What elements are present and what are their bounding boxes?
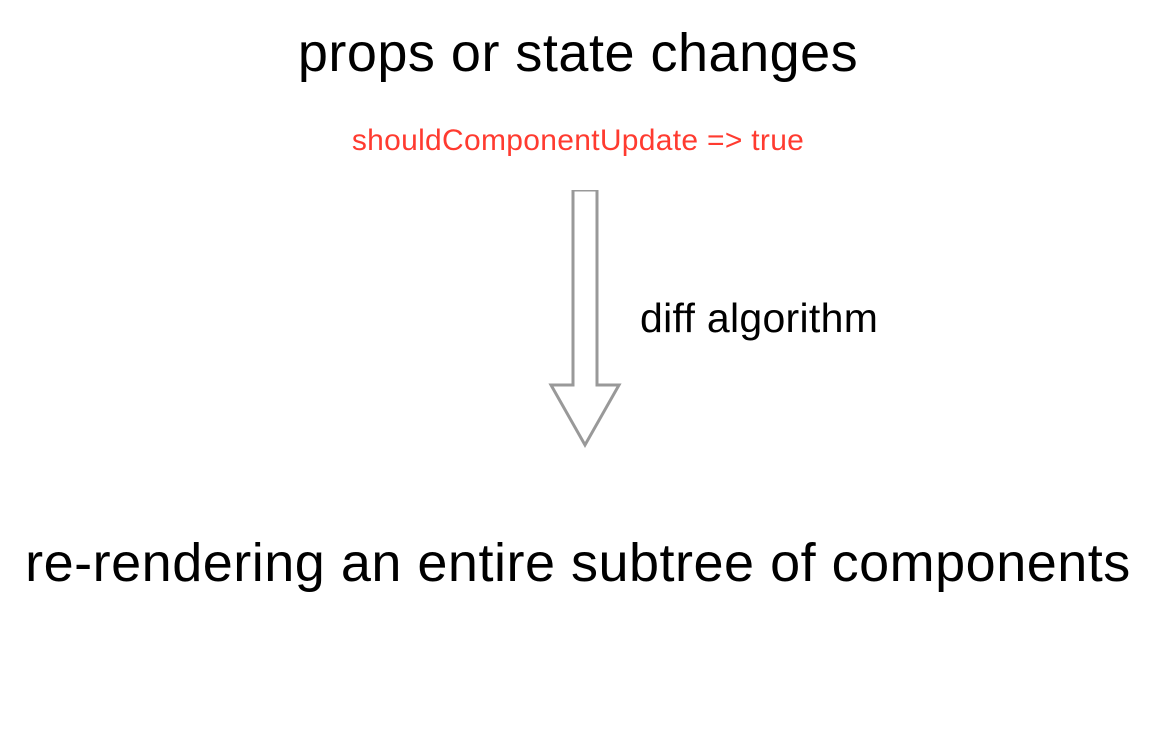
down-arrow-icon [545,190,625,450]
arrow-label: diff algorithm [640,295,878,342]
top-node-text: props or state changes [0,22,1156,84]
condition-text: shouldComponentUpdate => true [0,124,1156,158]
bottom-node-text: re-rendering an entire subtree of compon… [0,530,1156,598]
